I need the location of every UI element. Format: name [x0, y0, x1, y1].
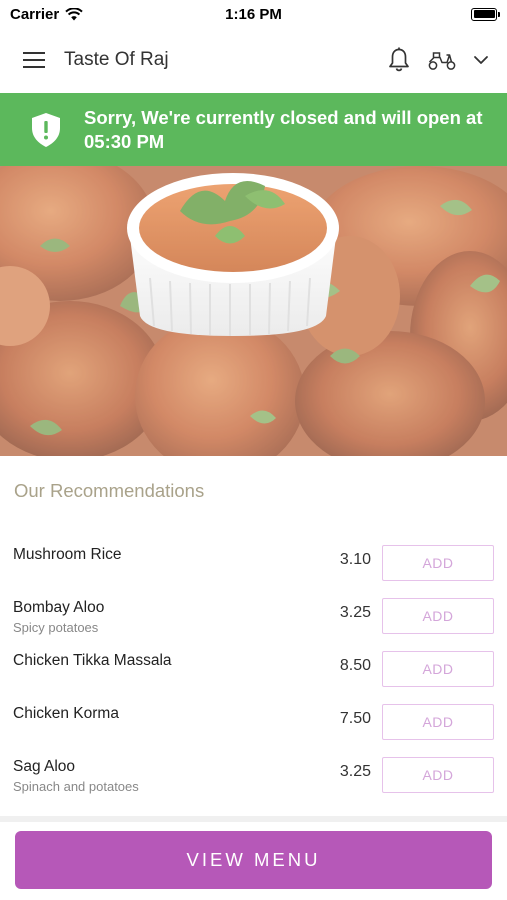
status-left: Carrier: [10, 6, 83, 23]
list-item: Mushroom Rice 3.10 ADD: [0, 540, 507, 593]
recommendations-title: Our Recommendations: [14, 480, 205, 501]
add-button[interactable]: ADD: [382, 757, 494, 793]
item-description: Spinach and potatoes: [13, 779, 139, 794]
item-name: Bombay Aloo: [13, 599, 105, 616]
item-name: Chicken Korma: [13, 705, 119, 722]
item-name: Mushroom Rice: [13, 546, 122, 563]
recommendations-list: Mushroom Rice 3.10 ADD Bombay Aloo Spicy…: [0, 540, 507, 805]
shield-alert-icon: [32, 112, 60, 147]
list-item: Chicken Korma 7.50 ADD: [0, 699, 507, 752]
view-menu-button[interactable]: VIEW MENU: [15, 831, 492, 889]
list-item: Sag Aloo Spinach and potatoes 3.25 ADD: [0, 752, 507, 805]
scooter-icon[interactable]: [427, 49, 457, 71]
bell-icon[interactable]: [387, 47, 411, 73]
item-price: 3.10: [339, 551, 371, 568]
item-name: Chicken Tikka Massala: [13, 652, 172, 669]
hamburger-menu-icon[interactable]: [18, 44, 50, 76]
list-item: Bombay Aloo Spicy potatoes 3.25 ADD: [0, 593, 507, 646]
closed-message: Sorry, We're currently closed and will o…: [84, 106, 483, 152]
hero-food-image: [0, 166, 507, 456]
item-name: Sag Aloo: [13, 758, 76, 775]
add-button[interactable]: ADD: [382, 545, 494, 581]
chevron-down-icon[interactable]: [473, 55, 489, 65]
carrier-label: Carrier: [10, 5, 60, 23]
add-button[interactable]: ADD: [382, 598, 494, 634]
status-bar: Carrier 1:16 PM: [0, 0, 507, 28]
header-actions: [387, 47, 489, 73]
battery-fill: [473, 10, 495, 18]
item-description: Spicy potatoes: [13, 620, 99, 635]
wifi-icon: [65, 7, 83, 20]
item-price: 3.25: [339, 604, 371, 621]
closed-banner: Sorry, We're currently closed and will o…: [0, 93, 507, 166]
item-price: 3.25: [339, 763, 371, 780]
divider: [0, 816, 507, 822]
item-price: 8.50: [339, 657, 371, 674]
add-button[interactable]: ADD: [382, 704, 494, 740]
list-item: Chicken Tikka Massala 8.50 ADD: [0, 646, 507, 699]
add-button[interactable]: ADD: [382, 651, 494, 687]
app-title: Taste Of Raj: [64, 49, 169, 70]
item-price: 7.50: [339, 710, 371, 727]
battery-icon: [471, 7, 500, 21]
app-header: Taste Of Raj: [0, 28, 507, 92]
